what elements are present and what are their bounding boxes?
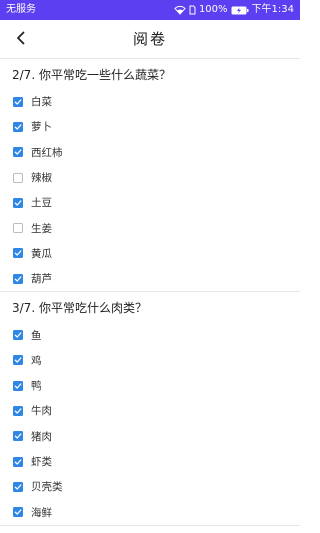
option-label: 鱼	[31, 329, 42, 342]
option-label: 生姜	[31, 222, 52, 235]
question-3: 3/7. 你平常吃什么肉类？ 鱼鸡鸭牛肉猪肉虾类贝壳类海鲜	[0, 292, 300, 526]
checkbox-option[interactable]: 西红柿	[0, 140, 300, 165]
option-label: 鸡	[31, 354, 42, 367]
checkbox-option[interactable]: 虾类	[0, 449, 300, 474]
option-label: 葫芦	[31, 273, 52, 286]
checkbox-checked-icon[interactable]	[13, 507, 23, 518]
question-title: 3/7. 你平常吃什么肉类？	[12, 301, 147, 316]
checkbox-checked-icon[interactable]	[13, 355, 23, 366]
option-label: 萝卜	[31, 121, 52, 134]
option-label: 猪肉	[31, 430, 52, 443]
option-label: 辣椒	[31, 172, 52, 185]
checkbox-checked-icon[interactable]	[13, 96, 23, 107]
carrier-text: 无服务	[6, 4, 36, 15]
clock-text: 下午1:34	[251, 4, 294, 15]
checkbox-option[interactable]: 贝壳类	[0, 474, 300, 499]
checkbox-checked-icon[interactable]	[13, 330, 23, 341]
question-title: 2/7. 你平常吃一些什么蔬菜？	[12, 68, 171, 82]
option-label: 虾类	[31, 456, 52, 468]
checkbox-option[interactable]: 黄瓜	[0, 241, 300, 266]
checkbox-checked-icon[interactable]	[13, 481, 23, 492]
checkbox-checked-icon[interactable]	[13, 248, 23, 259]
option-label: 土豆	[31, 197, 52, 210]
option-label: 海鲜	[31, 506, 52, 519]
checkbox-option[interactable]: 鸭	[0, 373, 300, 398]
checkbox-option[interactable]: 生姜	[0, 215, 300, 240]
checkbox-option[interactable]: 牛肉	[0, 398, 300, 423]
checkbox-unchecked-icon[interactable]	[13, 223, 23, 234]
checkbox-checked-icon[interactable]	[13, 197, 23, 208]
checkbox-option[interactable]: 辣椒	[0, 165, 300, 190]
checkbox-option[interactable]: 白菜	[0, 89, 300, 114]
checkbox-option[interactable]: 鸡	[0, 348, 300, 373]
checkbox-unchecked-icon[interactable]	[13, 172, 23, 183]
option-label: 黄瓜	[31, 247, 52, 260]
checkbox-option[interactable]: 土豆	[0, 190, 300, 215]
page-title: 阅卷	[132, 30, 167, 48]
checkbox-checked-icon[interactable]	[13, 380, 23, 391]
wifi-icon	[174, 5, 186, 15]
battery-percent: 100%	[198, 4, 228, 15]
option-label: 西红柿	[31, 146, 63, 159]
option-label: 牛肉	[31, 405, 52, 418]
checkbox-option[interactable]: 鱼	[0, 322, 300, 347]
option-label: 白菜	[31, 96, 52, 109]
checkbox-checked-icon[interactable]	[13, 121, 23, 132]
status-bar: 无服务 100% 下午1:34	[0, 0, 300, 20]
status-icons: 100% 下午1:34	[174, 0, 294, 20]
checkbox-checked-icon[interactable]	[13, 456, 23, 467]
header-bar: 阅卷	[0, 20, 300, 59]
option-label: 贝壳类	[31, 481, 63, 494]
survey-content: 2/7. 你平常吃一些什么蔬菜？ 白菜萝卜西红柿辣椒土豆生姜黄瓜葫芦 3/7. …	[0, 59, 300, 526]
checkbox-option[interactable]: 萝卜	[0, 114, 300, 139]
battery-icon	[231, 6, 249, 15]
checkbox-checked-icon[interactable]	[13, 431, 23, 442]
checkbox-checked-icon[interactable]	[13, 147, 23, 158]
checkbox-checked-icon[interactable]	[13, 405, 23, 416]
sim-icon	[189, 5, 196, 15]
question-2: 2/7. 你平常吃一些什么蔬菜？ 白菜萝卜西红柿辣椒土豆生姜黄瓜葫芦	[0, 59, 300, 293]
checkbox-option[interactable]: 猪肉	[0, 424, 300, 449]
checkbox-option[interactable]: 海鲜	[0, 499, 300, 524]
option-label: 鸭	[31, 380, 42, 393]
checkbox-checked-icon[interactable]	[13, 273, 23, 284]
checkbox-option[interactable]: 葫芦	[0, 266, 300, 291]
